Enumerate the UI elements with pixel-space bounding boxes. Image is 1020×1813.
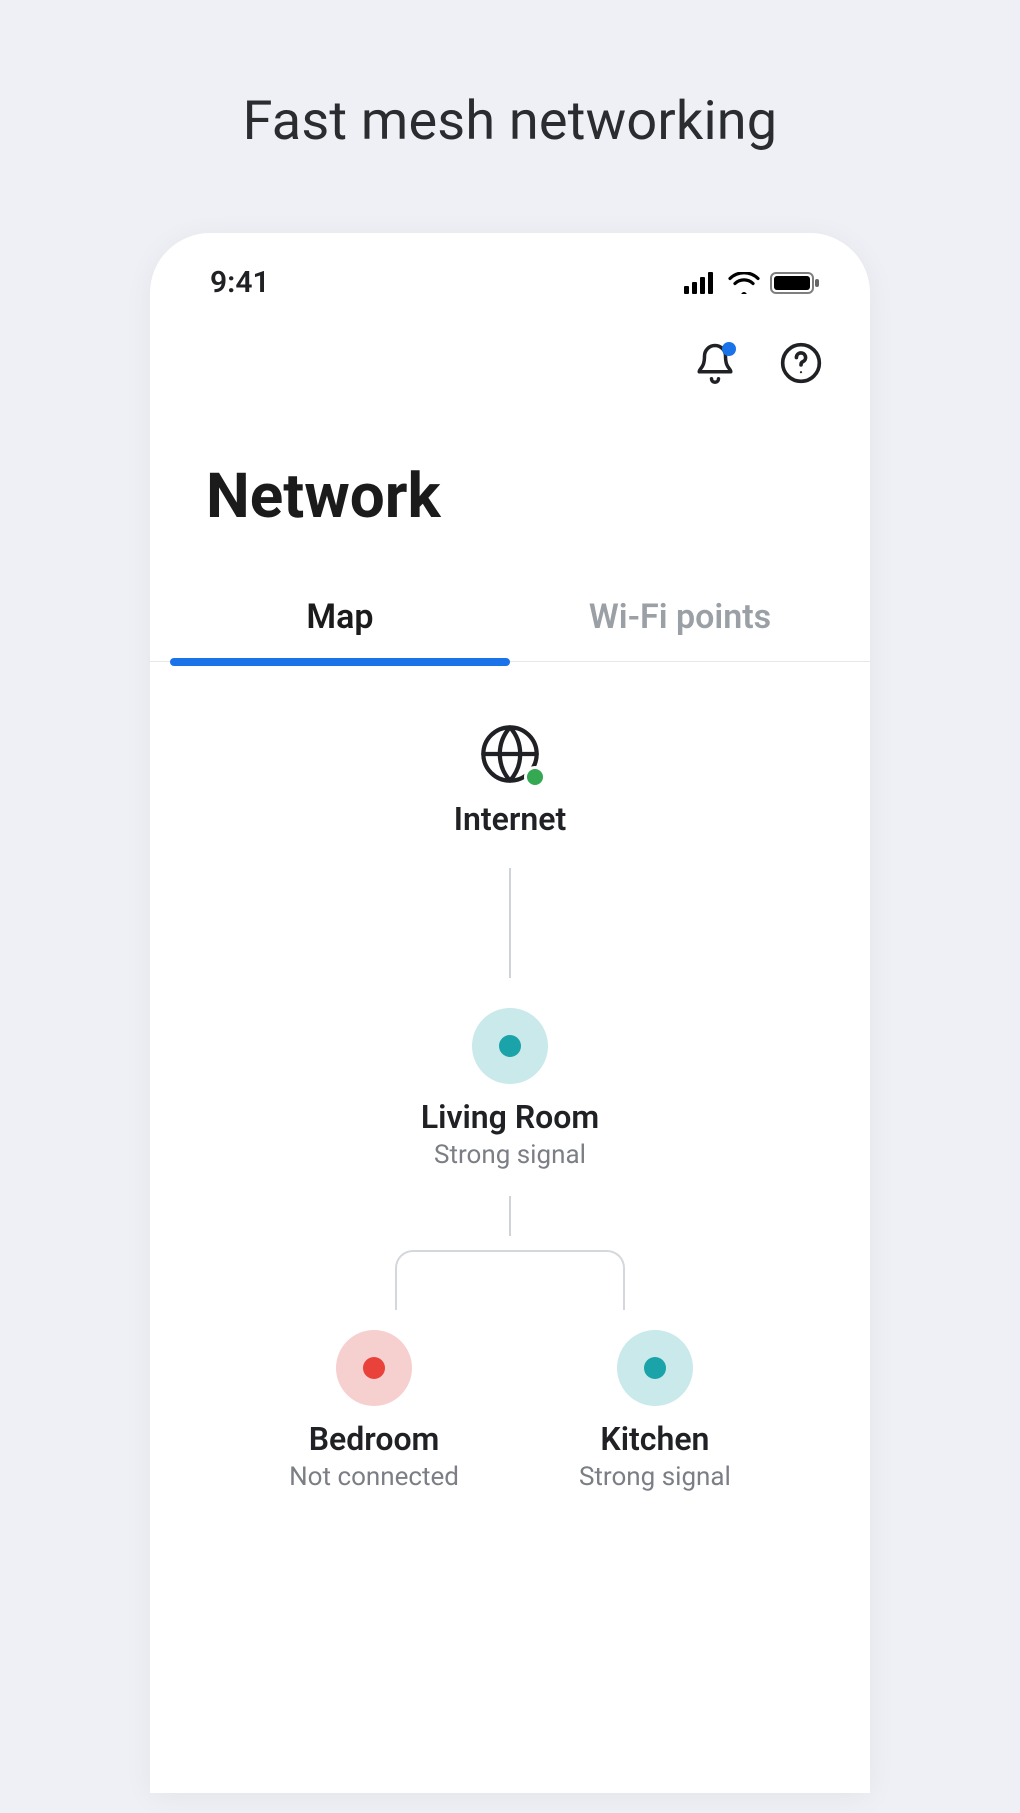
branch-connector bbox=[395, 1250, 625, 1310]
app-header bbox=[150, 310, 870, 390]
status-bar: 9:41 bbox=[150, 233, 870, 310]
notifications-button[interactable] bbox=[690, 340, 740, 390]
node-subtitle: Strong signal bbox=[579, 1462, 731, 1492]
page-title: Network bbox=[150, 390, 870, 573]
wifi-point-icon bbox=[617, 1330, 693, 1406]
node-living-room[interactable]: Living Room Strong signal bbox=[421, 1008, 599, 1170]
status-time: 9:41 bbox=[210, 265, 270, 300]
help-icon bbox=[779, 341, 823, 389]
tab-active-indicator bbox=[170, 658, 510, 666]
tab-bar: Map Wi-Fi points bbox=[150, 573, 870, 662]
node-kitchen[interactable]: Kitchen Strong signal bbox=[579, 1330, 731, 1492]
battery-icon bbox=[770, 272, 820, 294]
tab-wifi-points[interactable]: Wi-Fi points bbox=[510, 573, 850, 661]
internet-status-dot bbox=[524, 766, 546, 788]
help-button[interactable] bbox=[776, 340, 826, 390]
tab-map[interactable]: Map bbox=[170, 573, 510, 661]
node-subtitle: Not connected bbox=[289, 1462, 459, 1492]
cellular-icon bbox=[684, 272, 718, 294]
connector-line bbox=[509, 1196, 511, 1236]
connector-line bbox=[509, 868, 511, 978]
node-label: Living Room bbox=[421, 1098, 599, 1136]
node-label: Kitchen bbox=[600, 1420, 709, 1458]
marketing-title: Fast mesh networking bbox=[0, 0, 1020, 153]
wifi-icon bbox=[728, 272, 760, 294]
phone-frame: 9:41 bbox=[150, 233, 870, 1793]
network-map: Internet Living Room Strong signal Bedro… bbox=[150, 662, 870, 1492]
node-subtitle: Strong signal bbox=[434, 1140, 586, 1170]
node-internet[interactable]: Internet bbox=[454, 722, 566, 838]
node-label: Internet bbox=[454, 800, 566, 838]
status-indicators bbox=[684, 272, 820, 294]
child-nodes-row: Bedroom Not connected Kitchen Strong sig… bbox=[289, 1330, 731, 1492]
wifi-point-icon bbox=[472, 1008, 548, 1084]
notification-badge bbox=[722, 342, 736, 356]
node-bedroom[interactable]: Bedroom Not connected bbox=[289, 1330, 459, 1492]
wifi-point-icon bbox=[336, 1330, 412, 1406]
node-label: Bedroom bbox=[309, 1420, 440, 1458]
